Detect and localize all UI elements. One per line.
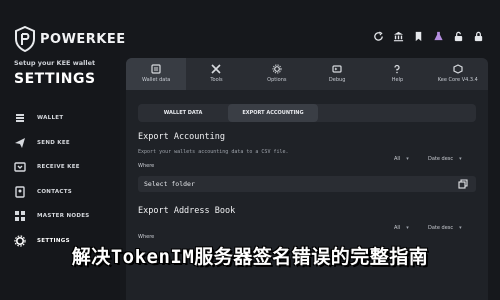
copy-icon[interactable]: [458, 179, 468, 189]
tab-core-version[interactable]: Kee Core V4.3.4: [428, 58, 488, 90]
tab-label: Tools: [210, 77, 223, 83]
refresh-icon[interactable]: [372, 30, 384, 42]
sidebar-tagline: Setup your KEE wallet: [14, 59, 96, 67]
sidebar-nav: WALLET SEND KEE RECEIVE KEE CONTACTS MAS…: [14, 106, 114, 253]
accounting-folder-field[interactable]: Select folder: [138, 176, 476, 192]
dropdown-value: All: [394, 156, 401, 162]
dropdown-value: Date desc: [428, 225, 454, 231]
subtab-bar: WALLET DATA EXPORT ACCOUNTING: [138, 104, 476, 122]
sidebar-item-wallet[interactable]: WALLET: [14, 106, 114, 131]
tab-tools[interactable]: Tools: [186, 58, 246, 90]
send-icon: [14, 137, 26, 149]
tab-label: Debug: [328, 77, 346, 83]
overlay-caption: 解决TokenIM服务器签名错误的完整指南: [71, 246, 429, 268]
tab-label: Wallet data: [141, 77, 171, 83]
bookmark-icon[interactable]: [412, 30, 424, 42]
export-address-title: Export Address Book: [138, 206, 236, 216]
shield-p-logo: [14, 25, 36, 53]
lock-icon[interactable]: [472, 30, 484, 42]
sidebar-item-contacts[interactable]: CONTACTS: [14, 180, 114, 205]
sidebar-item-send[interactable]: SEND KEE: [14, 131, 114, 156]
wallet-icon: [14, 112, 26, 124]
sidebar-item-label: CONTACTS: [37, 188, 73, 195]
folder-field-value: Select folder: [144, 180, 195, 188]
dropdown-value: Date desc: [428, 156, 454, 162]
tab-label: Kee Core V4.3.4: [437, 77, 478, 83]
brand-name: POWERKEE: [40, 32, 126, 47]
accounting-sort-dropdown[interactable]: Date desc ▾: [428, 156, 462, 162]
sidebar-item-label: MASTER NODES: [37, 213, 90, 220]
options-icon: [272, 64, 282, 74]
contacts-icon: [14, 186, 26, 198]
app-window: POWERKEE Setup your KEE wallet SETTINGS …: [0, 0, 500, 300]
tab-debug[interactable]: Debug: [307, 58, 367, 90]
export-accounting-subtitle: Export your wallets accounting data to a…: [138, 149, 289, 155]
sidebar-item-label: WALLET: [37, 115, 64, 122]
chevron-down-icon: ▾: [406, 225, 409, 231]
sidebar-item-label: RECEIVE KEE: [37, 164, 80, 171]
accounting-filter-dropdown[interactable]: All ▾: [394, 156, 409, 162]
tab-options[interactable]: Options: [247, 58, 307, 90]
sidebar-item-master-nodes[interactable]: MASTER NODES: [14, 204, 114, 229]
debug-icon: [332, 65, 342, 73]
tab-help[interactable]: Help: [367, 58, 427, 90]
chevron-down-icon: ▾: [406, 156, 409, 162]
sidebar-item-label: SEND KEE: [37, 139, 70, 146]
chevron-down-icon: ▾: [459, 225, 462, 231]
tab-bar: Wallet data Tools Options Debug Help Kee…: [126, 58, 488, 90]
tab-wallet-data[interactable]: Wallet data: [126, 58, 187, 90]
tab-label: Options: [267, 77, 287, 83]
unlock-icon[interactable]: [452, 30, 464, 42]
subtab-wallet-data[interactable]: WALLET DATA: [138, 104, 228, 122]
subtab-export-accounting[interactable]: EXPORT ACCOUNTING: [228, 104, 318, 122]
export-accounting-title: Export Accounting: [138, 132, 225, 142]
chevron-down-icon: ▾: [459, 156, 462, 162]
export-accounting-where-label: Where: [138, 163, 155, 169]
data-icon: [151, 64, 161, 74]
dropdown-value: All: [394, 225, 401, 231]
tab-label: Help: [391, 77, 404, 83]
flask-icon[interactable]: [432, 30, 444, 42]
tools-icon: [211, 64, 222, 74]
sidebar-item-receive[interactable]: RECEIVE KEE: [14, 155, 114, 180]
top-action-bar: [372, 30, 484, 42]
bank-icon[interactable]: [392, 30, 404, 42]
receive-icon: [14, 161, 26, 173]
help-icon: [394, 64, 401, 74]
nodes-icon: [14, 210, 26, 222]
export-address-where-label: Where: [138, 234, 155, 240]
address-sort-dropdown[interactable]: Date desc ▾: [428, 225, 462, 231]
core-icon: [453, 64, 463, 74]
address-filter-dropdown[interactable]: All ▾: [394, 225, 409, 231]
sidebar-section-title: SETTINGS: [14, 71, 96, 87]
